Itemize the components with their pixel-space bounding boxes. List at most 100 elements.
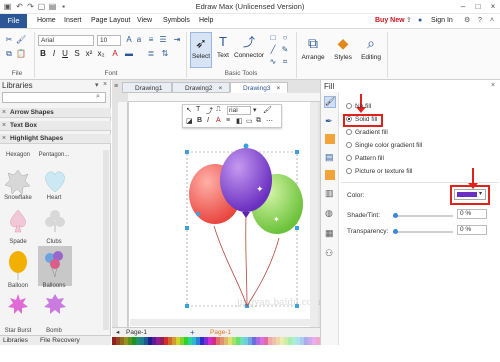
section-close-icon[interactable]: ×: [2, 122, 6, 129]
connector-button[interactable]: ⤴ Connector: [234, 32, 264, 68]
image-tab-icon[interactable]: ▤: [325, 152, 334, 163]
grow-font-icon[interactable]: A: [124, 35, 134, 45]
file-menu[interactable]: File: [0, 14, 27, 28]
star-burst-shape[interactable]: [8, 294, 28, 314]
active-page-tab[interactable]: Page-1: [210, 328, 231, 337]
help-icon[interactable]: ?: [478, 14, 482, 28]
section-close-icon[interactable]: ×: [2, 109, 6, 116]
option-pattern-fill[interactable]: Pattern fill: [346, 154, 384, 164]
font-family-select[interactable]: Arial: [38, 35, 94, 46]
heart-shape[interactable]: [45, 171, 65, 193]
tab-close-icon[interactable]: ×: [218, 85, 222, 92]
select-button[interactable]: ➶ Select: [190, 32, 212, 68]
pen-tool-icon[interactable]: ✎: [280, 45, 290, 55]
bold-icon[interactable]: B: [197, 117, 202, 124]
bold-icon[interactable]: B: [38, 49, 48, 59]
shade-value-input[interactable]: 0 %: [457, 209, 487, 219]
text-button[interactable]: T Text: [212, 32, 234, 68]
text-tool-icon[interactable]: T: [196, 106, 200, 113]
maximize-icon[interactable]: □: [471, 1, 485, 13]
option-picture-fill[interactable]: Picture or texture fill: [346, 167, 412, 177]
font-color-icon[interactable]: A: [110, 49, 120, 59]
balloon-shape[interactable]: [9, 251, 27, 280]
canvas-vertical-scrollbar[interactable]: [310, 102, 318, 327]
page-nav-icon[interactable]: ◂: [116, 328, 119, 337]
sign-in-link[interactable]: Sign In: [431, 14, 453, 28]
italic-icon[interactable]: I: [49, 49, 59, 59]
indent-icon[interactable]: ⇥: [172, 35, 182, 45]
transparency-value-input[interactable]: 0 %: [457, 225, 487, 235]
font-size-select[interactable]: 10: [97, 35, 121, 46]
bomb-shape[interactable]: [44, 294, 66, 314]
shapes-icon[interactable]: ◪: [186, 117, 193, 125]
libraries-scrollbar[interactable]: [103, 150, 109, 330]
option-gradient-fill[interactable]: Gradient fill: [346, 128, 388, 138]
ellipse-tool-icon[interactable]: ○: [280, 33, 290, 43]
dropdown-icon[interactable]: ▾: [253, 106, 257, 114]
color-palette[interactable]: [112, 337, 320, 345]
minimize-icon[interactable]: –: [456, 1, 470, 13]
fill-tab-icon[interactable]: 🖌: [324, 96, 336, 108]
user-icon[interactable]: ●: [418, 14, 422, 28]
tab-menu-icon[interactable]: ≡: [114, 83, 118, 90]
rotate-handle[interactable]: [243, 143, 249, 149]
superscript-icon[interactable]: x²: [84, 49, 94, 59]
selection-handle[interactable]: [295, 150, 299, 154]
buy-now-link[interactable]: Buy New: [375, 14, 405, 28]
fill-pane-close-icon[interactable]: ×: [491, 82, 495, 89]
data-tab-icon[interactable]: ▦: [325, 228, 334, 239]
selection-handle[interactable]: [185, 304, 189, 308]
drawing-page[interactable]: ↖ T ⤴ ⎍ rial ▾ 🖌 ◪ B I A ≡ ◧ ▭ ⧉ ⋯ ✦ ✦ j…: [128, 102, 321, 327]
tab-libraries[interactable]: Libraries: [3, 337, 28, 344]
menu-insert[interactable]: Insert: [64, 14, 82, 28]
map-tab-icon[interactable]: ◍: [325, 208, 333, 219]
tab-file-recovery[interactable]: File Recovery: [40, 337, 80, 344]
line-icon[interactable]: ▭: [246, 117, 253, 125]
transparency-slider-thumb[interactable]: [393, 229, 398, 234]
italic-icon[interactable]: I: [207, 117, 209, 124]
library-search-input[interactable]: [2, 92, 106, 103]
menu-symbols[interactable]: Symbols: [163, 14, 190, 28]
line-tool-icon[interactable]: ╱: [268, 45, 278, 55]
library-section-highlight-shapes[interactable]: Highlight Shapes: [0, 134, 111, 144]
selection-handle[interactable]: [295, 226, 299, 230]
tab-close-icon[interactable]: ×: [276, 85, 280, 92]
close-icon[interactable]: ×: [486, 1, 500, 13]
transparency-slider[interactable]: [393, 231, 453, 233]
cut-icon[interactable]: ✂: [4, 35, 14, 45]
font-color-icon[interactable]: A: [216, 117, 221, 124]
hyperlink-tab-icon[interactable]: ⚇: [325, 248, 333, 259]
shrink-font-icon[interactable]: a: [134, 35, 144, 45]
libraries-close-icon[interactable]: ×: [103, 81, 107, 88]
menu-page-layout[interactable]: Page Layout: [91, 14, 130, 28]
tab-drawing1[interactable]: Drawing1: [122, 82, 172, 93]
editing-button[interactable]: ⌕ Editing: [358, 32, 384, 72]
tab-drawing2[interactable]: Drawing2 ×: [172, 82, 230, 93]
menu-home[interactable]: Home: [37, 14, 56, 28]
subscript-icon[interactable]: x₂: [96, 49, 106, 59]
more-icon[interactable]: ⋯: [266, 117, 273, 125]
add-page-icon[interactable]: +: [190, 328, 195, 337]
font-select[interactable]: rial: [227, 106, 251, 115]
underline-icon[interactable]: U: [60, 49, 70, 59]
connection-point[interactable]: [196, 212, 200, 216]
crop-tool-icon[interactable]: ⌗: [280, 57, 290, 67]
shadow-tab-icon[interactable]: [325, 134, 335, 144]
tab-drawing3[interactable]: Drawing3 ×: [230, 82, 288, 93]
canvas-horizontal-scrollbar[interactable]: [130, 319, 310, 326]
clubs-shape[interactable]: [45, 210, 65, 232]
fill-icon[interactable]: ◧: [236, 117, 243, 125]
shade-slider[interactable]: [393, 215, 453, 217]
menu-view[interactable]: View: [137, 14, 152, 28]
layer-tab-icon[interactable]: ▥: [325, 188, 334, 199]
theme-tab-icon[interactable]: [325, 170, 335, 180]
libraries-menu-icon[interactable]: ▾: [95, 81, 99, 89]
arrange-icon[interactable]: ⧉: [256, 117, 261, 125]
list-icon[interactable]: ☰: [158, 35, 168, 45]
align-icon[interactable]: ≡: [146, 35, 156, 45]
brush-icon[interactable]: 🖌: [263, 106, 272, 114]
search-icon[interactable]: ⌕: [96, 93, 100, 101]
menu-help[interactable]: Help: [199, 14, 213, 28]
line-tab-icon[interactable]: ✒: [325, 116, 333, 127]
stamp-icon[interactable]: ⎍: [216, 106, 221, 114]
